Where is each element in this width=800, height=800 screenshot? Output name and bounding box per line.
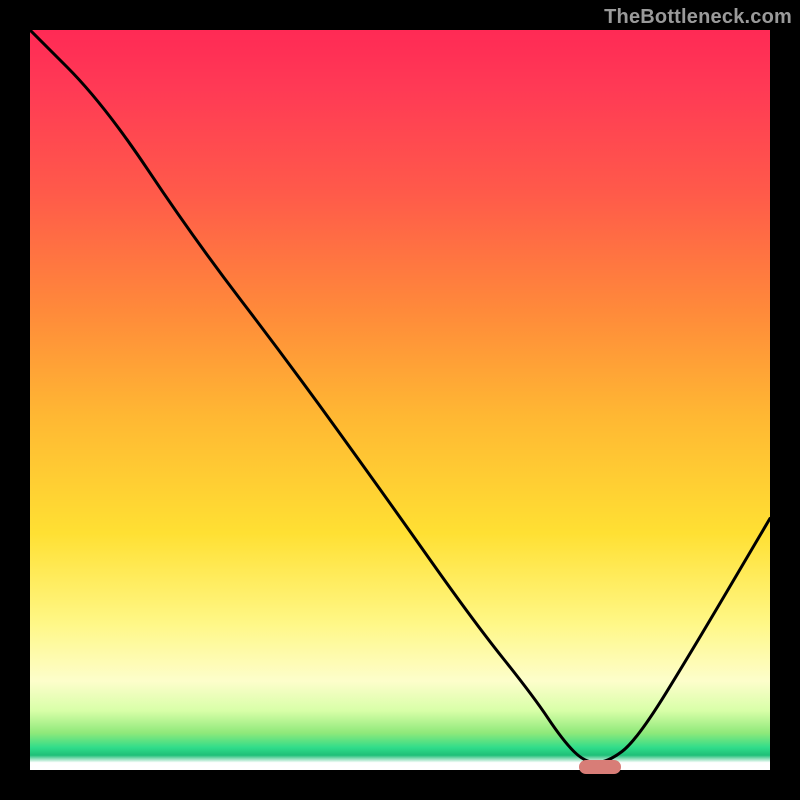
chart-plot-area <box>30 30 770 770</box>
attribution-label: TheBottleneck.com <box>604 6 792 29</box>
optimum-marker <box>579 760 621 774</box>
chart-background-gradient <box>30 30 770 770</box>
